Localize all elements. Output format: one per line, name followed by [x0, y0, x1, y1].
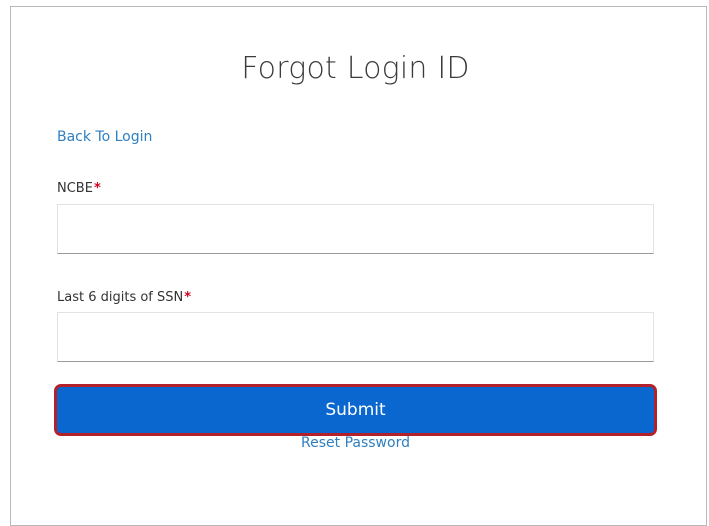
back-to-login-link[interactable]: Back To Login — [57, 129, 152, 145]
ncbe-label-text: NCBE — [57, 181, 93, 196]
ssn-label: Last 6 digits of SSN* — [57, 290, 191, 305]
ncbe-label: NCBE* — [57, 181, 101, 196]
ncbe-required-marker: * — [93, 181, 101, 196]
ssn-last6-input[interactable] — [57, 312, 654, 362]
submit-button[interactable]: Submit — [54, 384, 657, 436]
ssn-label-text: Last 6 digits of SSN — [57, 290, 184, 305]
forgot-login-card: Forgot Login ID Back To Login NCBE* Last… — [10, 6, 707, 526]
reset-password-link[interactable]: Reset Password — [301, 435, 410, 451]
reset-password-row: Reset Password — [11, 435, 700, 451]
ncbe-input[interactable] — [57, 204, 654, 254]
page-title: Forgot Login ID — [241, 51, 470, 86]
ssn-required-marker: * — [184, 290, 192, 305]
